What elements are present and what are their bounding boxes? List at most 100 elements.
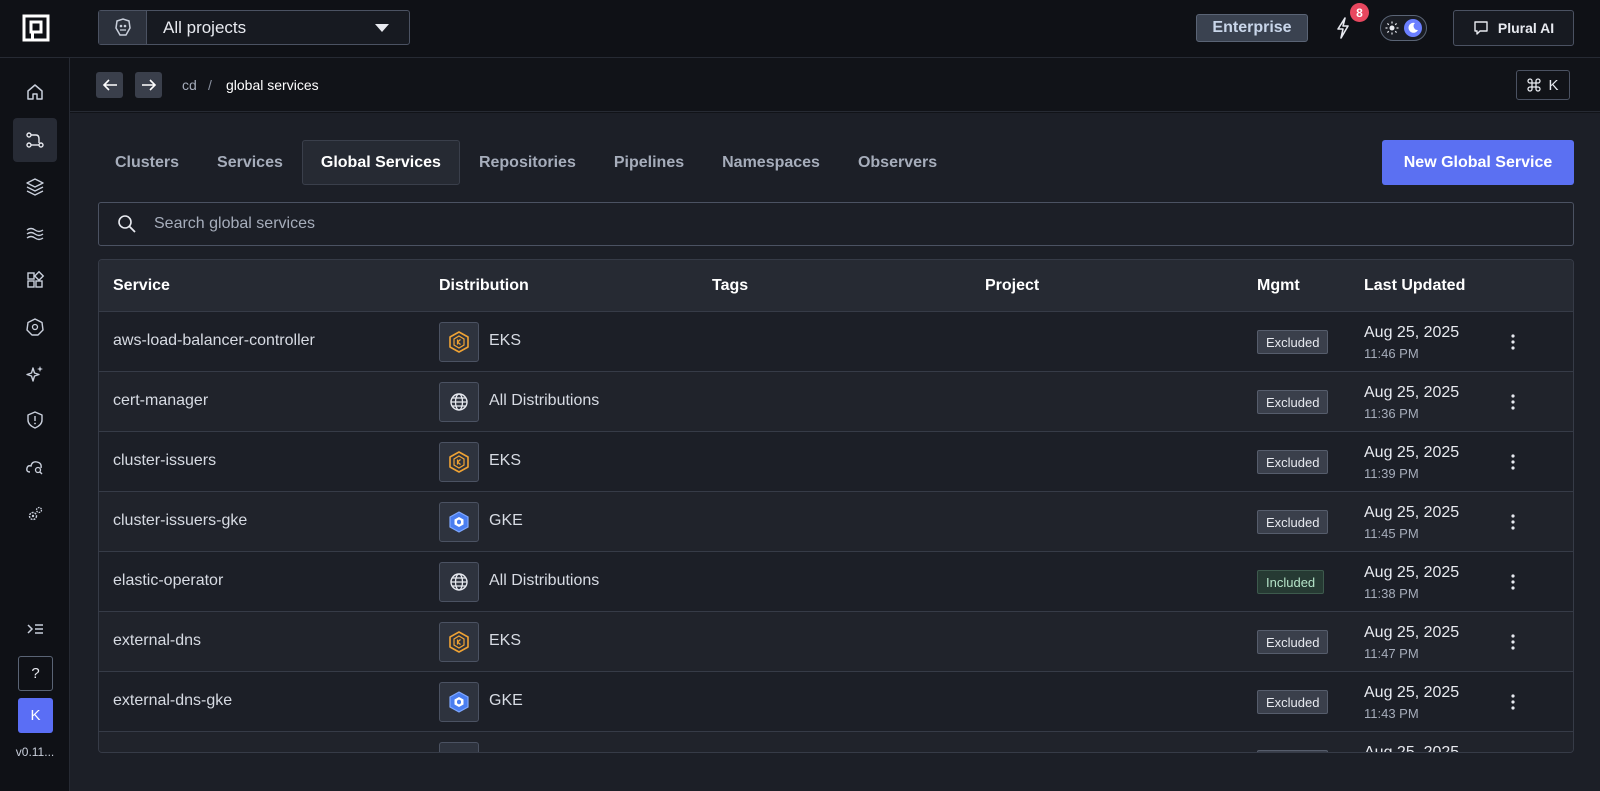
plural-ai-label: Plural AI bbox=[1497, 20, 1555, 36]
distribution-label: EKS bbox=[489, 632, 522, 649]
mgmt-badge: Excluded bbox=[1257, 450, 1329, 474]
sidebar-terminal[interactable] bbox=[13, 608, 57, 652]
cd-tabs: Clusters Services Global Services Reposi… bbox=[96, 140, 956, 185]
sidebar-item-kubernetes[interactable] bbox=[13, 305, 57, 349]
project-icon bbox=[99, 11, 147, 44]
column-header-tags[interactable]: Tags bbox=[712, 277, 748, 295]
top-bar: All projects Enterprise 8 Plural AI bbox=[0, 0, 1600, 58]
sidebar-item-settings[interactable] bbox=[13, 492, 57, 536]
sidebar: ? K v0.11... bbox=[0, 58, 70, 791]
column-header-project[interactable]: Project bbox=[985, 277, 1039, 295]
globe-icon bbox=[439, 742, 479, 752]
last-updated-date: Aug 25, 2025 bbox=[1364, 624, 1460, 641]
tab-global-services[interactable]: Global Services bbox=[301, 140, 460, 185]
service-name[interactable]: cluster-issuers bbox=[113, 452, 216, 470]
breadcrumb-cd[interactable]: cd bbox=[182, 77, 197, 93]
globe-icon bbox=[439, 562, 479, 602]
last-updated-time: 11:45 PM bbox=[1364, 526, 1419, 541]
theme-toggle[interactable] bbox=[1380, 15, 1427, 41]
mgmt-badge: Excluded bbox=[1257, 510, 1329, 534]
table-row[interactable]: external-dns-gke GKE Excluded Aug 25, 2025 1… bbox=[99, 672, 1573, 732]
more-options-icon[interactable] bbox=[1503, 512, 1523, 532]
last-updated-time: 11:38 PM bbox=[1364, 586, 1419, 601]
last-updated-date: Aug 25, 2025 bbox=[1364, 684, 1460, 701]
last-updated-date: Aug 25, 2025 bbox=[1364, 744, 1460, 753]
table-row[interactable]: cluster-issuers EKS Excluded Aug 25, 2025 11… bbox=[99, 432, 1573, 492]
kubernetes-icon bbox=[26, 318, 44, 336]
mgmt-badge: Excluded bbox=[1257, 690, 1329, 714]
tab-observers[interactable]: Observers bbox=[839, 140, 956, 185]
column-header-mgmt[interactable]: Mgmt bbox=[1257, 277, 1300, 295]
tab-services[interactable]: Services bbox=[198, 140, 302, 185]
sidebar-item-catalog[interactable] bbox=[13, 258, 57, 302]
forward-button[interactable] bbox=[135, 72, 162, 98]
last-updated-time: 11:39 PM bbox=[1364, 466, 1419, 481]
service-name[interactable]: elastic-operator bbox=[113, 572, 223, 590]
table-row[interactable]: aws-load-balancer-controller EKS Excluded A… bbox=[99, 312, 1573, 372]
lightning-icon[interactable] bbox=[1332, 16, 1354, 40]
sun-icon bbox=[1385, 21, 1399, 35]
tab-namespaces[interactable]: Namespaces bbox=[703, 140, 839, 185]
table-row[interactable]: elastic-operator All Distributions Include… bbox=[99, 552, 1573, 612]
project-select[interactable]: All projects bbox=[98, 10, 410, 45]
more-options-icon[interactable] bbox=[1503, 392, 1523, 412]
arrow-right-icon bbox=[141, 79, 156, 91]
more-options-icon[interactable] bbox=[1503, 452, 1523, 472]
enterprise-badge[interactable]: Enterprise bbox=[1196, 14, 1308, 42]
distribution-label: GKE bbox=[489, 512, 523, 529]
last-updated-date: Aug 25, 2025 bbox=[1364, 564, 1460, 581]
chevron-down-icon bbox=[375, 23, 389, 32]
service-name[interactable]: aws-load-balancer-controller bbox=[113, 332, 315, 350]
sidebar-item-flows[interactable] bbox=[13, 212, 57, 256]
table-row[interactable]: cert-manager All Distributions Excluded Aug… bbox=[99, 372, 1573, 432]
main-content: Clusters Services Global Services Reposi… bbox=[70, 113, 1600, 791]
command-palette-button[interactable]: K bbox=[1516, 70, 1570, 100]
table-row[interactable]: Excluded Aug 25, 2025 bbox=[99, 732, 1573, 753]
help-button[interactable]: ? bbox=[18, 656, 53, 691]
distribution-label: All Distributions bbox=[489, 572, 600, 589]
sidebar-item-stacks[interactable] bbox=[13, 165, 57, 209]
more-options-icon[interactable] bbox=[1503, 632, 1523, 652]
cloud-search-icon bbox=[26, 461, 43, 475]
notification-count-badge: 8 bbox=[1350, 3, 1369, 22]
service-name[interactable]: cert-manager bbox=[113, 392, 208, 410]
sidebar-item-cd[interactable] bbox=[13, 118, 57, 162]
gke-icon bbox=[439, 682, 479, 722]
plural-logo-icon[interactable] bbox=[22, 14, 50, 42]
table-header: Service Distribution Tags Project Mgmt L… bbox=[99, 260, 1573, 312]
search-input[interactable] bbox=[154, 215, 1454, 233]
service-name[interactable]: external-dns-gke bbox=[113, 692, 232, 710]
sidebar-item-ai[interactable] bbox=[13, 352, 57, 396]
waves-icon bbox=[26, 227, 44, 241]
gke-icon bbox=[439, 502, 479, 542]
mgmt-badge: Excluded bbox=[1257, 630, 1329, 654]
sidebar-item-security[interactable] bbox=[13, 398, 57, 442]
service-name[interactable]: external-dns bbox=[113, 632, 201, 650]
user-avatar[interactable]: K bbox=[18, 698, 53, 733]
back-button[interactable] bbox=[96, 72, 123, 98]
table-row[interactable]: cluster-issuers-gke GKE Excluded Aug 25, 20… bbox=[99, 492, 1573, 552]
tab-repositories[interactable]: Repositories bbox=[460, 140, 595, 185]
last-updated-time: 11:43 PM bbox=[1364, 706, 1419, 721]
more-options-icon[interactable] bbox=[1503, 692, 1523, 712]
more-options-icon[interactable] bbox=[1503, 332, 1523, 352]
column-header-service[interactable]: Service bbox=[113, 277, 170, 295]
table-row[interactable]: external-dns EKS Excluded Aug 25, 2025 11:47… bbox=[99, 612, 1573, 672]
breadcrumb-global-services: global services bbox=[226, 77, 319, 93]
new-global-service-button[interactable]: New Global Service bbox=[1382, 140, 1574, 185]
sidebar-item-cost[interactable] bbox=[13, 445, 57, 489]
tab-pipelines[interactable]: Pipelines bbox=[595, 140, 703, 185]
tab-clusters[interactable]: Clusters bbox=[96, 140, 198, 185]
layers-icon bbox=[26, 178, 44, 196]
plural-ai-button[interactable]: Plural AI bbox=[1453, 10, 1574, 46]
more-options-icon[interactable] bbox=[1503, 572, 1523, 592]
eks-icon bbox=[439, 442, 479, 482]
arrow-left-icon bbox=[102, 79, 117, 91]
service-name[interactable]: cluster-issuers-gke bbox=[113, 512, 247, 530]
globe-icon bbox=[439, 382, 479, 422]
breadcrumb-separator: / bbox=[208, 77, 212, 93]
column-header-last-updated[interactable]: Last Updated bbox=[1364, 277, 1465, 295]
sidebar-item-home[interactable] bbox=[13, 70, 57, 114]
more-options-icon[interactable] bbox=[1503, 752, 1523, 753]
column-header-distribution[interactable]: Distribution bbox=[439, 277, 529, 295]
